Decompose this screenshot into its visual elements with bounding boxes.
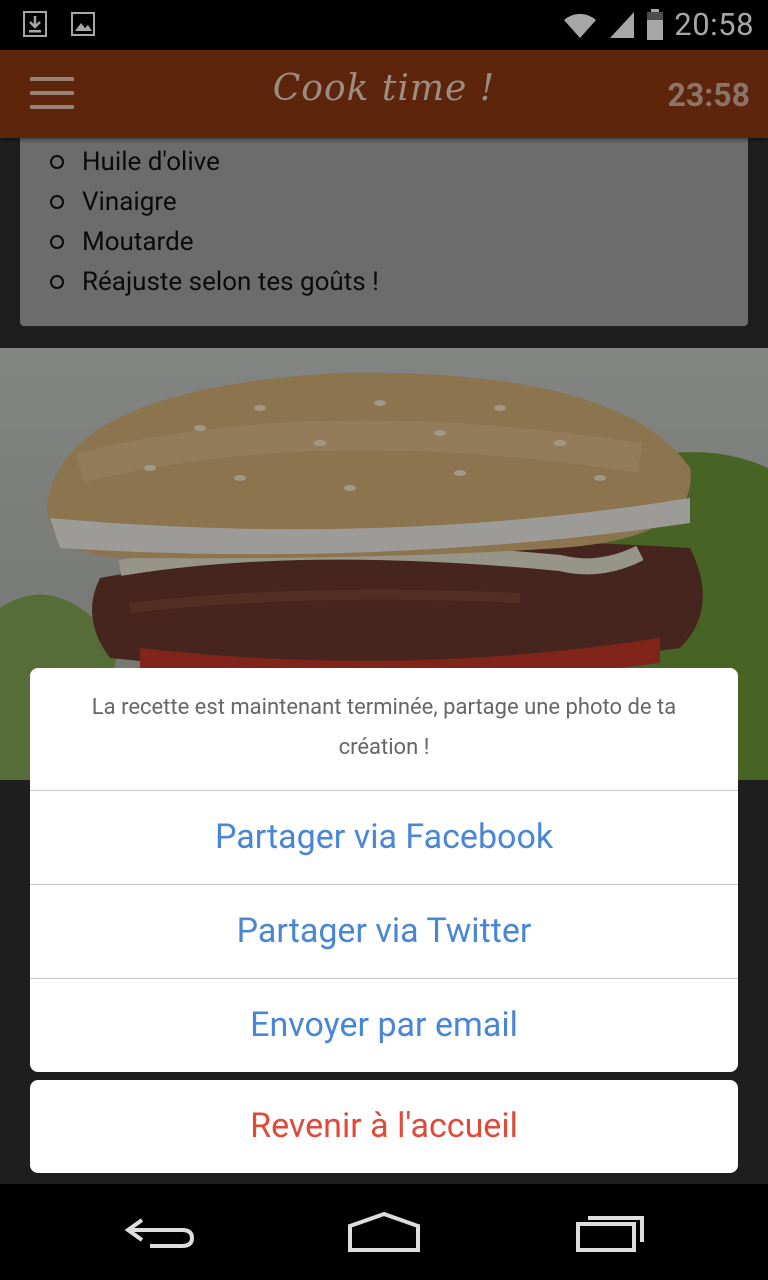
share-action-sheet: La recette est maintenant terminée, part… [30, 668, 738, 1072]
back-icon[interactable] [120, 1206, 200, 1258]
navigation-bar [0, 1184, 768, 1280]
recent-apps-icon[interactable] [572, 1206, 652, 1258]
home-icon[interactable] [344, 1206, 424, 1258]
back-home-button[interactable]: Revenir à l'accueil [30, 1080, 738, 1173]
send-email-button[interactable]: Envoyer par email [30, 979, 738, 1072]
sheet-message: La recette est maintenant terminée, part… [30, 668, 738, 791]
share-twitter-button[interactable]: Partager via Twitter [30, 885, 738, 979]
share-facebook-button[interactable]: Partager via Facebook [30, 791, 738, 885]
